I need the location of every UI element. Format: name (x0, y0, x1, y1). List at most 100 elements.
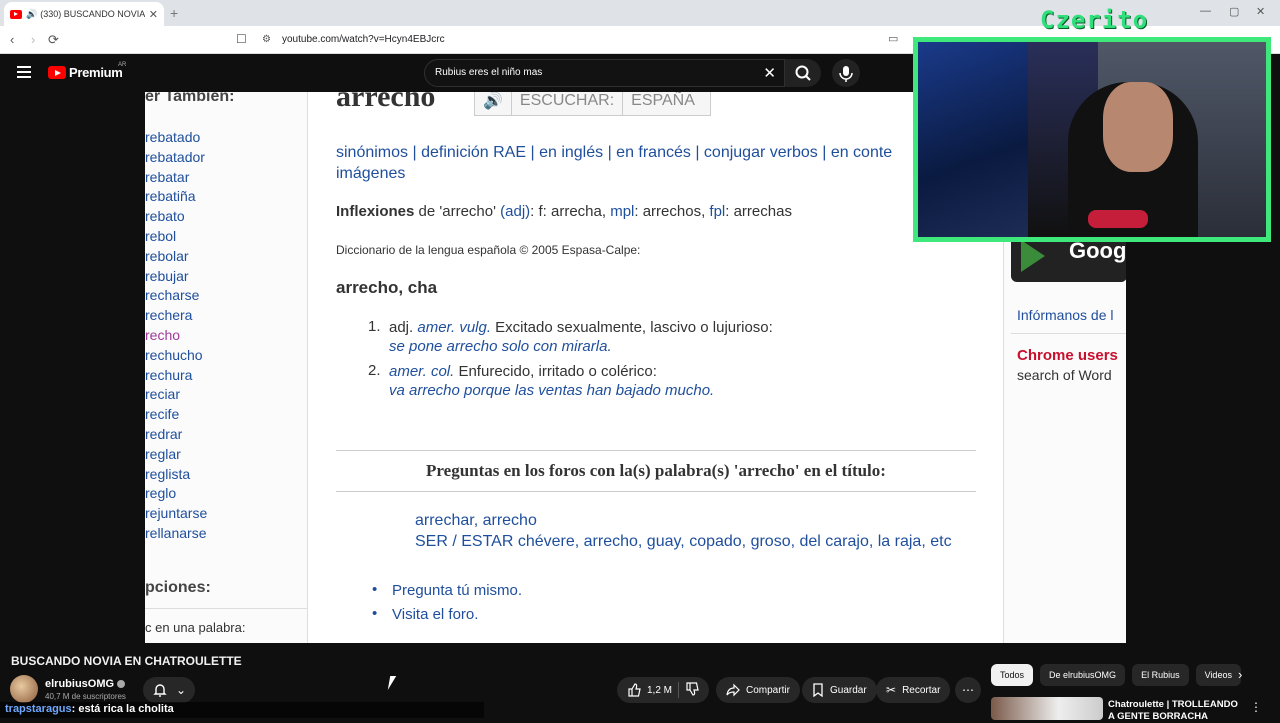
list-item[interactable]: recife (145, 405, 207, 425)
url-field[interactable]: youtube.com/watch?v=Hcyn4EBJcrc (282, 34, 445, 45)
list-item[interactable]: rejuntarse (145, 504, 207, 524)
maximize-icon[interactable]: ▢ (1229, 5, 1239, 18)
back-icon[interactable]: ‹ (10, 32, 14, 47)
forum-link[interactable]: SER / ESTAR chévere, arrecho, guay, copa… (415, 531, 985, 552)
list-item[interactable]: reglista (145, 465, 207, 485)
voice-search-button[interactable] (832, 59, 860, 87)
list-item[interactable]: redrar (145, 425, 207, 445)
site-info-icon[interactable]: ⚙ (262, 34, 271, 45)
inflections-adj[interactable]: (adj) (500, 203, 530, 220)
inflections-text: de 'arrecho' (414, 203, 501, 220)
reload-icon[interactable]: ⟳ (48, 32, 59, 48)
minimize-icon[interactable]: — (1200, 5, 1211, 17)
listen-region[interactable]: ESPAÑA (623, 92, 703, 115)
dislike-button[interactable] (685, 681, 699, 699)
avatar[interactable] (10, 675, 38, 703)
youtube-brand[interactable]: Premium (69, 65, 123, 80)
entry-links[interactable]: sinónimos | definición RAE | en inglés |… (336, 142, 936, 184)
tab-title: (330) BUSCANDO NOVIA EN (40, 9, 145, 19)
chip-all[interactable]: Todos (991, 664, 1034, 686)
sidebar-word-list: rebatado rebatador rebatar rebatiña reba… (145, 128, 207, 544)
list-item[interactable]: rebol (145, 227, 207, 247)
list-item[interactable]: reglar (145, 445, 207, 465)
chrome-promo-title[interactable]: Chrome users (1017, 347, 1118, 364)
forum-title: Preguntas en los foros con la(s) palabra… (336, 450, 976, 492)
report-link[interactable]: Infórmanos de l (1017, 307, 1114, 323)
list-item[interactable]: rebatiña (145, 187, 207, 207)
list-item[interactable]: rebujar (145, 267, 207, 287)
list-item[interactable]: rechera (145, 306, 207, 326)
bookmark-icon (813, 683, 823, 697)
forum-link[interactable]: arrechar, arrecho (415, 510, 985, 531)
search-input[interactable]: Rubius eres el niño mas ✕ (424, 59, 785, 87)
browser-tab[interactable]: 🔊 (330) BUSCANDO NOVIA EN ✕ (4, 2, 164, 26)
more-actions-button[interactable]: ⋯ (955, 677, 981, 703)
entry-word: arrecho (336, 92, 436, 113)
clip-button[interactable]: ✂ Recortar (876, 677, 951, 703)
inflections: Inflexiones de 'arrecho' (adj): f: arrec… (336, 203, 792, 220)
menu-icon[interactable] (17, 66, 31, 78)
ask-link[interactable]: Pregunta tú mismo. (372, 581, 522, 606)
search-icon (795, 65, 811, 81)
share-icon (726, 683, 740, 697)
sidebar-option: c en una palabra: (145, 620, 246, 635)
definition-tag: amer. vulg. (417, 319, 491, 336)
list-item[interactable]: rebolar (145, 247, 207, 267)
youtube-favicon-icon (10, 9, 22, 19)
notifications-button[interactable]: ⌄ (143, 677, 195, 703)
sidebar-header: er También: (145, 92, 235, 105)
close-window-icon[interactable]: ✕ (1256, 5, 1265, 18)
like-button[interactable]: 1,2 M (627, 683, 672, 697)
links-line[interactable]: sinónimos | definición RAE | en inglés |… (336, 142, 936, 163)
list-item[interactable]: recharse (145, 286, 207, 306)
chip-videos[interactable]: Videos (1195, 664, 1241, 686)
cast-icon[interactable]: ▭ (888, 32, 898, 45)
chip-channel[interactable]: De elrubiusOMG (1040, 664, 1126, 686)
webcam-background (918, 42, 1028, 237)
channel-name-row[interactable]: elrubiusOMG (45, 678, 126, 690)
forward-icon[interactable]: › (31, 32, 35, 47)
inflections-fpl[interactable]: fpl (709, 203, 725, 220)
listen-widget[interactable]: 🔊 ESCUCHAR: ESPAÑA (474, 92, 711, 116)
links-line[interactable]: imágenes (336, 163, 936, 184)
youtube-logo-icon[interactable] (48, 66, 66, 79)
clip-label: Recortar (902, 684, 941, 696)
speaker-icon[interactable]: 🔊 (26, 9, 37, 20)
definition-text: Enfurecido, irritado o colérico: (454, 363, 657, 380)
inflections-mpl[interactable]: mpl (610, 203, 634, 220)
more-vert-icon[interactable]: ⋮ (1250, 700, 1262, 714)
recommended-thumbnail[interactable] (991, 697, 1103, 720)
list-item[interactable]: rebatar (145, 168, 207, 188)
chat-user: trapstaragus (5, 703, 72, 715)
definition-example: se pone arrecho solo con mirarla. (389, 338, 612, 355)
speaker-icon[interactable]: 🔊 (475, 92, 512, 115)
thumbs-down-icon (686, 681, 699, 696)
recommended-title[interactable]: Chatroulette | TROLLEANDO A GENTE BORRAC… (1108, 699, 1243, 723)
channel-name[interactable]: elrubiusOMG (45, 678, 114, 690)
chip-rubius[interactable]: El Rubius (1132, 664, 1189, 686)
save-button[interactable]: Guardar (802, 677, 877, 703)
streamer-name: Czerito (1040, 6, 1149, 34)
list-item[interactable]: rebatado (145, 128, 207, 148)
definition-text: Excitado sexualmente, lascivo o lujurios… (491, 319, 773, 336)
list-item[interactable]: rechura (145, 366, 207, 386)
share-label: Compartir (746, 684, 790, 696)
list-item[interactable]: reciar (145, 385, 207, 405)
list-item[interactable]: rebatador (145, 148, 207, 168)
list-item[interactable]: recho (145, 326, 207, 346)
search-button[interactable] (785, 59, 821, 87)
more-icon: ⋯ (962, 683, 974, 697)
list-item[interactable]: rellanarse (145, 524, 207, 544)
chevron-right-icon[interactable]: › (1238, 667, 1242, 682)
new-tab-button[interactable]: + (170, 5, 178, 21)
list-item[interactable]: rebato (145, 207, 207, 227)
visit-forum-link[interactable]: Visita el foro. (372, 605, 522, 630)
listen-label[interactable]: ESCUCHAR: (512, 92, 624, 115)
list-item[interactable]: rechucho (145, 346, 207, 366)
close-tab-icon[interactable]: ✕ (149, 8, 158, 21)
list-item[interactable]: reglo (145, 484, 207, 504)
bookmark-icon[interactable]: ☐ (236, 32, 247, 46)
share-button[interactable]: Compartir (716, 677, 800, 703)
chevron-down-icon: ⌄ (175, 683, 187, 697)
clear-search-icon[interactable]: ✕ (763, 64, 776, 82)
